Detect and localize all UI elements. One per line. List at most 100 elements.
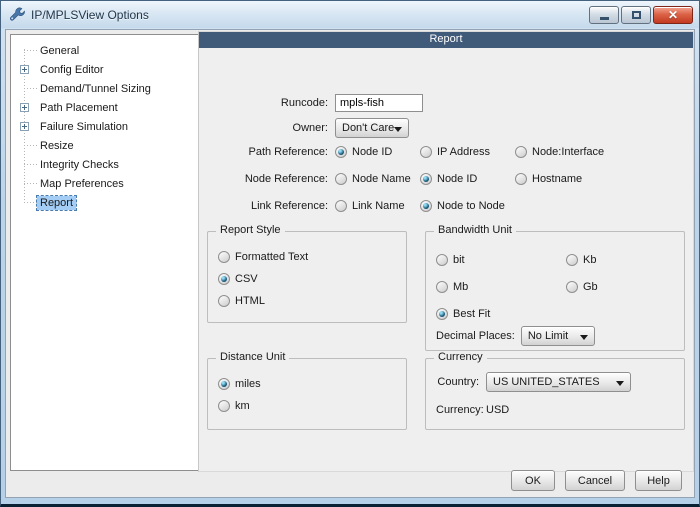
path-reference-option-label: Node ID	[352, 146, 392, 158]
bandwidth-unit-option-gb[interactable]: Gb	[566, 273, 684, 300]
tree-connector	[24, 202, 37, 203]
owner-value: Don't Care	[342, 122, 394, 134]
decimal-places-select[interactable]: No Limit	[521, 326, 595, 346]
runcode-input[interactable]	[335, 94, 423, 112]
tree-item-label: General	[37, 44, 82, 58]
bandwidth-unit-option-mb[interactable]: Mb	[436, 273, 566, 300]
expand-cell	[19, 65, 37, 74]
radio-icon	[218, 295, 230, 307]
close-button[interactable]: ✕	[653, 6, 693, 24]
expand-plus-icon[interactable]	[20, 122, 29, 131]
report-style-options: Formatted Text CSV HTML	[208, 232, 406, 312]
expand-plus-icon[interactable]	[20, 103, 29, 112]
node-reference-option-node-id[interactable]: Node ID	[420, 173, 515, 185]
tree-item-demand-tunnel-sizing[interactable]: Demand/Tunnel Sizing	[11, 79, 198, 98]
dropdown-arrow-icon	[394, 127, 402, 132]
country-select[interactable]: US UNITED_STATES	[486, 372, 631, 392]
report-style-option-html[interactable]: HTML	[218, 290, 406, 312]
path-reference-option-node-id[interactable]: Node ID	[335, 146, 420, 158]
link-reference-row: Link Reference:Link Name Node to Node	[199, 200, 515, 212]
options-dialog: IP/MPLSView Options ✕ General Config Edit…	[0, 0, 700, 507]
link-reference-option-link-name[interactable]: Link Name	[335, 200, 420, 212]
radio-icon	[566, 254, 578, 266]
tree-item-path-placement[interactable]: Path Placement	[11, 98, 198, 117]
radio-icon	[335, 200, 347, 212]
connector-cell	[19, 50, 37, 51]
minimize-button[interactable]	[589, 6, 619, 24]
bandwidth-unit-option-kb[interactable]: Kb	[566, 246, 684, 273]
distance-unit-option-miles[interactable]: miles	[218, 373, 406, 395]
tree-item-label: Demand/Tunnel Sizing	[37, 82, 154, 96]
distance-unit-group: Distance Unit mileskm	[207, 358, 407, 430]
tree-item-general[interactable]: General	[11, 41, 198, 60]
tree-item-config-editor[interactable]: Config Editor	[11, 60, 198, 79]
link-reference-label: Link Reference:	[199, 200, 335, 212]
report-style-option-formatted-text[interactable]: Formatted Text	[218, 246, 406, 268]
footer-buttons: OK Cancel Help	[511, 470, 682, 491]
bandwidth-unit-option-label: Gb	[583, 281, 598, 293]
currency-group-title: Currency	[434, 351, 487, 363]
node-reference-row: Node Reference:Node NameNode IDHostname	[199, 173, 582, 185]
radio-icon	[420, 173, 432, 185]
maximize-button[interactable]	[621, 6, 651, 24]
panel-header: Report	[199, 32, 693, 48]
node-reference-option-label: Node Name	[352, 173, 411, 185]
tree-item-resize[interactable]: Resize	[11, 136, 198, 155]
ok-button[interactable]: OK	[511, 470, 555, 491]
node-reference-option-node-name[interactable]: Node Name	[335, 173, 420, 185]
bandwidth-unit-option-bit[interactable]: bit	[436, 246, 566, 273]
owner-select[interactable]: Don't Care	[335, 118, 409, 138]
cancel-button[interactable]: Cancel	[565, 470, 625, 491]
bandwidth-unit-group: Bandwidth Unit bitKbMbGbBest Fit Decimal…	[425, 231, 685, 351]
distance-unit-option-label: miles	[235, 378, 261, 390]
radio-icon	[515, 146, 527, 158]
radio-icon	[218, 251, 230, 263]
titlebar[interactable]: IP/MPLSView Options ✕	[1, 1, 699, 28]
radio-icon	[420, 200, 432, 212]
country-row: Country: US UNITED_STATES	[426, 369, 684, 395]
tree-item-label: Map Preferences	[37, 177, 127, 191]
node-reference-option-label: Hostname	[532, 173, 582, 185]
bandwidth-unit-option-label: Best Fit	[453, 308, 490, 320]
window-title: IP/MPLSView Options	[31, 8, 589, 22]
wrench-icon	[9, 7, 25, 23]
radio-icon	[420, 146, 432, 158]
bandwidth-unit-option-best-fit[interactable]: Best Fit	[436, 300, 566, 327]
country-value: US UNITED_STATES	[493, 376, 600, 388]
tree-item-label: Failure Simulation	[37, 120, 131, 134]
connector-cell	[19, 183, 37, 184]
expand-cell	[19, 122, 37, 131]
bandwidth-unit-option-label: bit	[453, 254, 465, 266]
path-reference-option-node-interface[interactable]: Node:Interface	[515, 146, 604, 158]
report-style-option-label: Formatted Text	[235, 251, 308, 263]
options-tree-panel: General Config Editor Demand/Tunnel Sizing…	[10, 34, 199, 471]
tree-item-label: Config Editor	[37, 63, 107, 77]
tree-item-label: Integrity Checks	[37, 158, 122, 172]
tree-item-label: Report	[37, 196, 76, 210]
maximize-icon	[632, 11, 641, 19]
report-style-option-label: HTML	[235, 295, 265, 307]
decimal-places-label: Decimal Places:	[436, 330, 521, 342]
owner-label: Owner:	[199, 122, 335, 134]
dropdown-arrow-icon	[580, 335, 588, 340]
tree-item-integrity-checks[interactable]: Integrity Checks	[11, 155, 198, 174]
link-reference-option-label: Node to Node	[437, 200, 505, 212]
report-style-option-csv[interactable]: CSV	[218, 268, 406, 290]
link-reference-option-node-to-node[interactable]: Node to Node	[420, 200, 515, 212]
distance-unit-option-label: km	[235, 400, 250, 412]
connector-cell	[19, 164, 37, 165]
tree-connector	[24, 164, 37, 165]
tree-item-label: Resize	[37, 139, 77, 153]
tree-item-failure-simulation[interactable]: Failure Simulation	[11, 117, 198, 136]
dialog-content: General Config Editor Demand/Tunnel Sizing…	[5, 29, 695, 498]
runcode-label: Runcode:	[199, 97, 335, 109]
distance-unit-option-km[interactable]: km	[218, 395, 406, 417]
node-reference-option-hostname[interactable]: Hostname	[515, 173, 582, 185]
currency-group: Currency Country: US UNITED_STATES Curre…	[425, 358, 685, 430]
expand-plus-icon[interactable]	[20, 65, 29, 74]
tree-item-report[interactable]: Report	[11, 193, 198, 212]
help-button[interactable]: Help	[635, 470, 682, 491]
path-reference-option-ip-address[interactable]: IP Address	[420, 146, 515, 158]
tree-item-map-preferences[interactable]: Map Preferences	[11, 174, 198, 193]
dropdown-arrow-icon	[616, 381, 624, 386]
